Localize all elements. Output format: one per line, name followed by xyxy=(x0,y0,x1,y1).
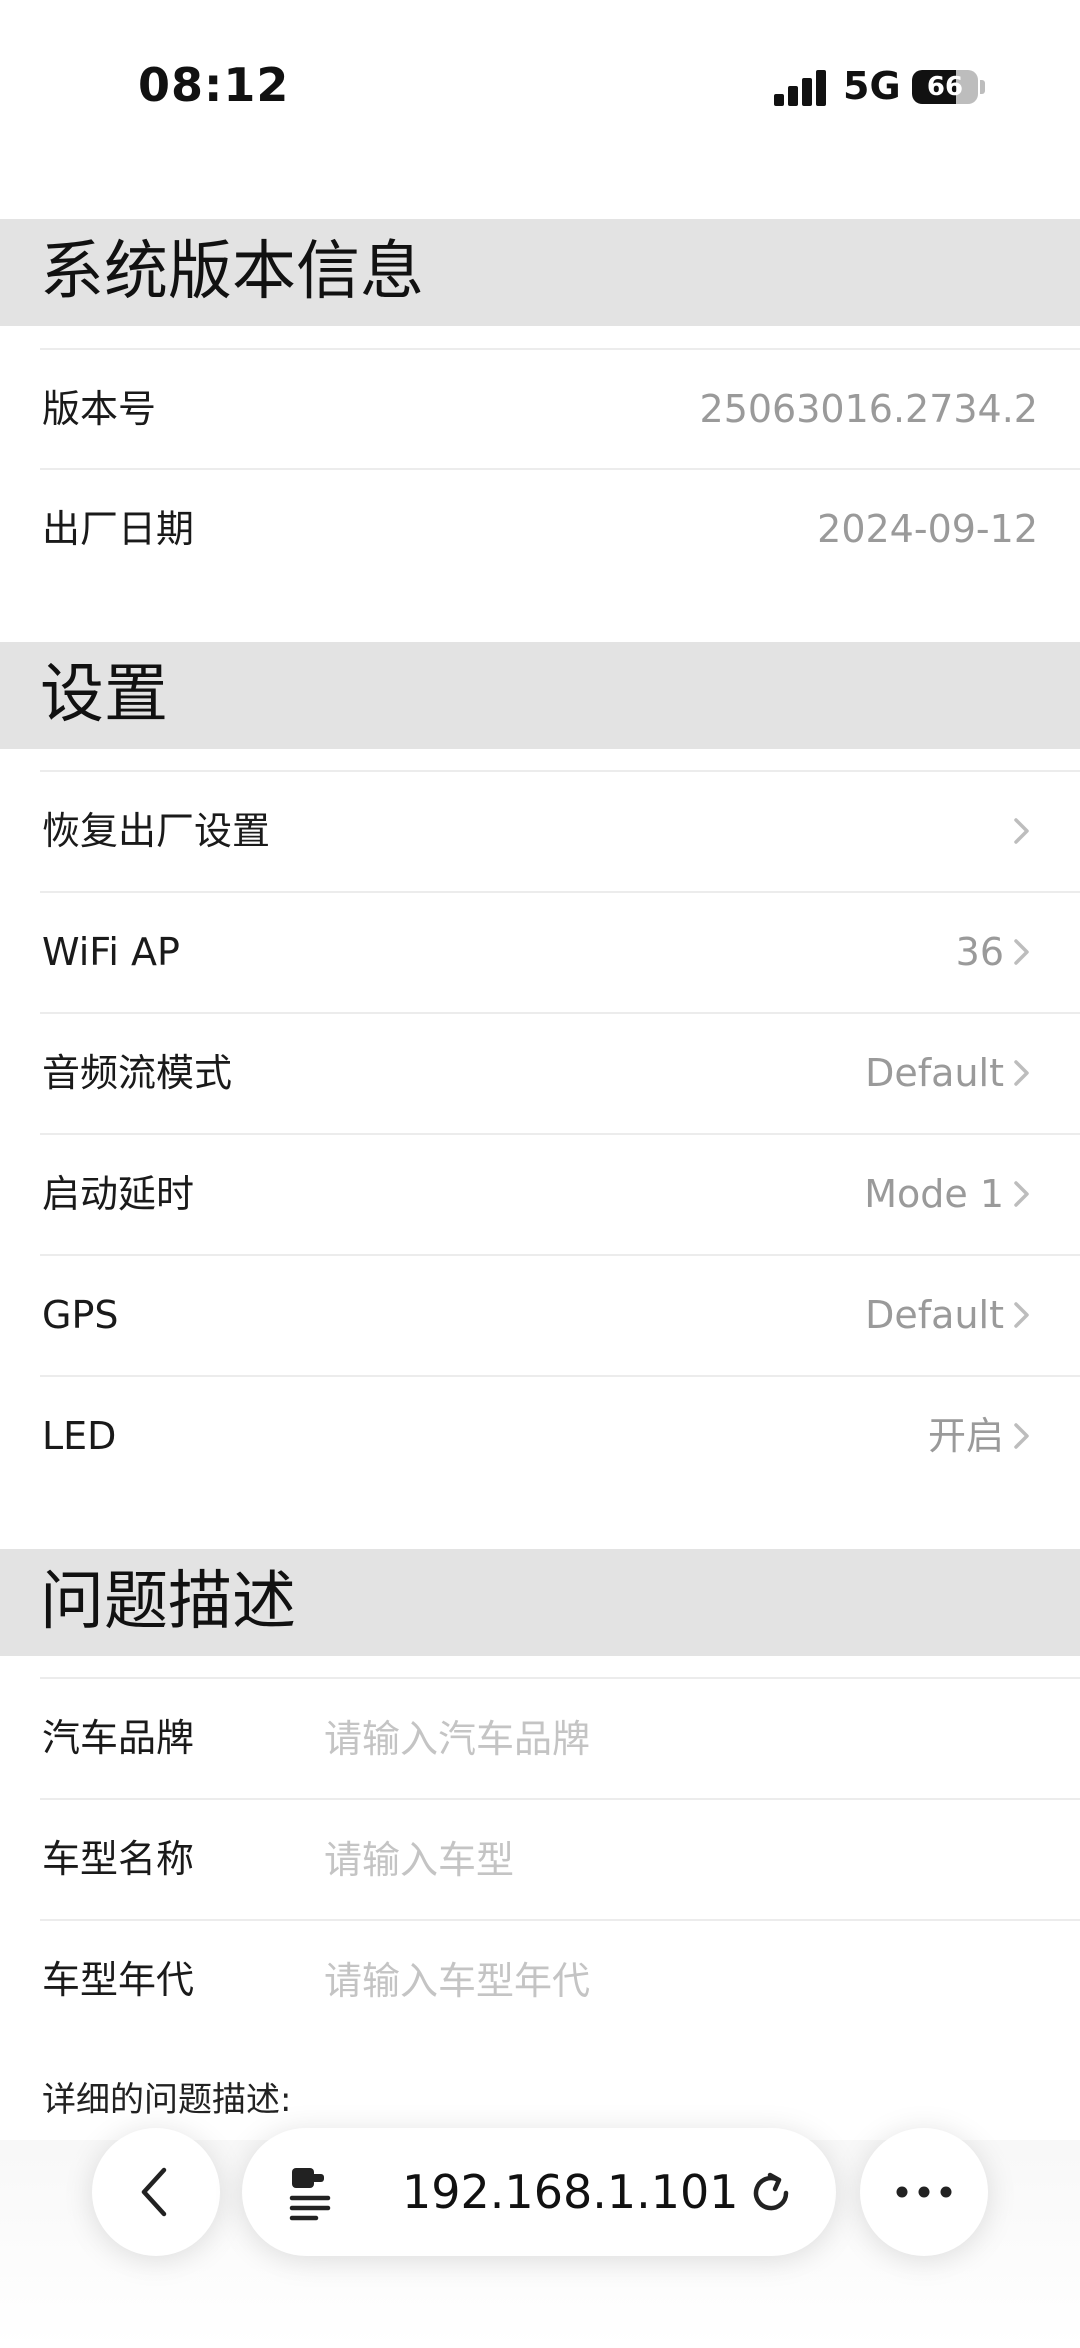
field-row-car-year: 车型年代 xyxy=(40,1919,1080,2039)
row-value: 36 xyxy=(955,930,1004,974)
field-label: 车型名称 xyxy=(42,1837,195,1881)
row-factory-date: 出厂日期 2024-09-12 xyxy=(40,468,1080,588)
chevron-right-icon xyxy=(1006,937,1036,967)
network-type: 5G xyxy=(843,64,901,108)
row-label: LED xyxy=(42,1414,117,1458)
chevron-right-icon xyxy=(1006,1300,1036,1330)
row-label: 音频流模式 xyxy=(42,1051,233,1095)
car-model-input[interactable] xyxy=(322,1820,1026,1900)
field-row-car-model: 车型名称 xyxy=(40,1798,1080,1918)
section-header-problem: 问题描述 xyxy=(0,1549,1080,1656)
signal-icon xyxy=(774,70,828,106)
settings-row-led[interactable]: LED 开启 xyxy=(40,1375,1080,1495)
row-version: 版本号 25063016.2734.2 xyxy=(40,348,1080,468)
row-label: 版本号 xyxy=(42,387,157,431)
chevron-right-icon xyxy=(1006,1179,1036,1209)
car-year-input[interactable] xyxy=(322,1941,1026,2021)
page-menu-icon[interactable] xyxy=(286,2164,336,2222)
back-button[interactable] xyxy=(92,2128,220,2256)
more-button[interactable] xyxy=(860,2128,988,2256)
chevron-right-icon xyxy=(1006,1421,1036,1451)
row-label: WiFi AP xyxy=(42,930,180,974)
settings-row-wifi-ap[interactable]: WiFi AP 36 xyxy=(40,891,1080,1011)
battery-icon: 66 xyxy=(912,70,978,104)
field-row-car-brand: 汽车品牌 xyxy=(40,1677,1080,1797)
row-value: Default xyxy=(865,1293,1004,1337)
row-value: Mode 1 xyxy=(864,1172,1004,1216)
section-header-settings: 设置 xyxy=(0,642,1080,749)
chevron-right-icon xyxy=(1006,1058,1036,1088)
chevron-right-icon xyxy=(1006,816,1036,846)
url-text: 192.168.1.101 xyxy=(402,2165,739,2219)
settings-row-gps[interactable]: GPS Default xyxy=(40,1254,1080,1374)
settings-row-startup-delay[interactable]: 启动延时 Mode 1 xyxy=(40,1133,1080,1253)
settings-row-factory-reset[interactable]: 恢复出厂设置 xyxy=(40,770,1080,890)
reload-icon[interactable] xyxy=(748,2170,794,2216)
row-value: 2024-09-12 xyxy=(817,507,1038,551)
section-title: 设置 xyxy=(40,658,168,732)
row-label: 出厂日期 xyxy=(42,507,195,551)
back-chevron-icon xyxy=(132,2166,180,2218)
section-title: 系统版本信息 xyxy=(40,235,424,309)
address-bar[interactable]: 192.168.1.101 xyxy=(242,2128,836,2256)
section-title: 问题描述 xyxy=(40,1565,296,1639)
row-value: 25063016.2734.2 xyxy=(699,387,1038,431)
settings-row-audio-stream-mode[interactable]: 音频流模式 Default xyxy=(40,1012,1080,1132)
row-value: 开启 xyxy=(927,1414,1004,1458)
battery-level: 66 xyxy=(926,72,964,102)
field-label: 汽车品牌 xyxy=(42,1716,195,1760)
detail-description-label: 详细的问题描述: xyxy=(42,2080,292,2120)
section-header-system: 系统版本信息 xyxy=(0,219,1080,326)
row-label: 启动延时 xyxy=(42,1172,195,1216)
field-label: 车型年代 xyxy=(42,1958,195,2002)
status-time: 08:12 xyxy=(138,58,290,112)
row-label: GPS xyxy=(42,1293,119,1337)
row-value: Default xyxy=(865,1051,1004,1095)
more-icon xyxy=(894,2184,954,2200)
row-label: 恢复出厂设置 xyxy=(42,809,271,853)
battery-tip xyxy=(980,80,985,94)
car-brand-input[interactable] xyxy=(322,1699,1026,1779)
